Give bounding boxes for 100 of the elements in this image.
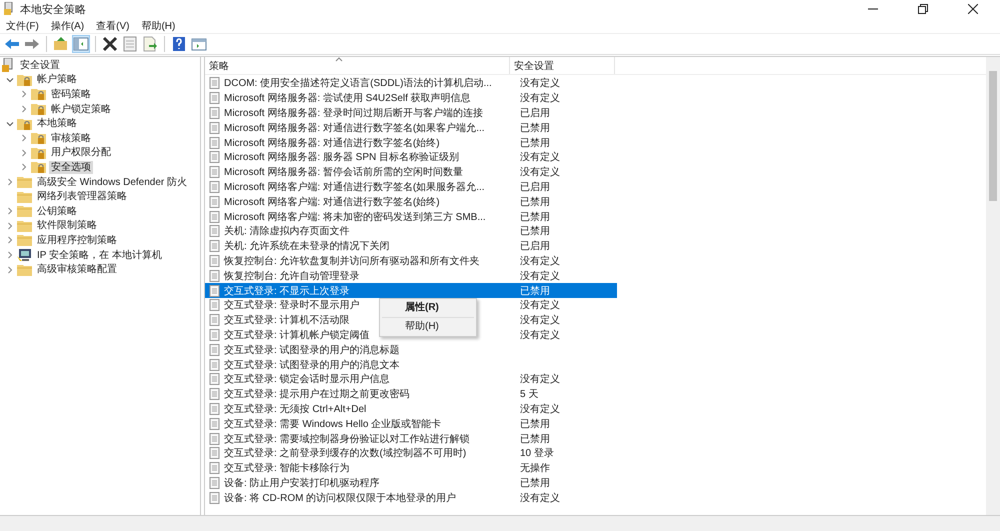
table-cell[interactable]: Microsoft 网络服务器: 服务器 SPN 目标名称验证级别 (224, 152, 460, 164)
tree-item[interactable]: 安全选项 (49, 160, 93, 174)
table-cell[interactable]: 交互式登录: 提示用户在过期之前更改密码 (224, 389, 410, 400)
table-cell-text: 已禁用 (520, 136, 550, 150)
expand-chevron-icon[interactable] (6, 251, 14, 260)
expand-chevron-icon[interactable] (6, 266, 14, 274)
tree-item[interactable]: 软件限制策略 (35, 219, 99, 232)
tree-item[interactable]: 用户权限分配 (49, 146, 113, 160)
tree-item[interactable]: 审核策略 (49, 132, 93, 145)
window-title: 本地安全策略 (20, 2, 86, 16)
table-cell[interactable]: 交互式登录: 登录时不显示用户 (224, 300, 360, 312)
policy-icon (209, 344, 221, 356)
menu-item[interactable]: 查看(V) (96, 18, 130, 32)
tree-item[interactable]: 高级审核策略配置 (35, 263, 119, 276)
tree-item[interactable]: 密码策略 (49, 88, 93, 101)
collapse-chevron-icon[interactable] (6, 76, 14, 84)
column-header[interactable]: 安全设置 (510, 57, 615, 74)
policy-icon (209, 196, 221, 208)
expand-chevron-icon[interactable] (20, 148, 28, 157)
restore-icon[interactable] (918, 4, 928, 14)
table-cell[interactable]: 交互式登录: 无须按 Ctrl+Alt+Del (224, 404, 366, 415)
tree-item[interactable]: IP 安全策略，在 本地计算机 (35, 248, 164, 262)
policy-icon (209, 166, 221, 178)
policy-icon (209, 314, 221, 326)
table-cell[interactable]: 交互式登录: 锁定会话时显示用户信息 (224, 374, 390, 386)
tree-item[interactable]: 网络列表管理器策略 (35, 190, 129, 204)
table-cell-text: 没有定义 (520, 76, 560, 90)
tree-item[interactable]: 本地策略 (35, 117, 79, 130)
policy-icon (209, 77, 221, 90)
table-cell[interactable]: Microsoft 网络服务器: 暂停会话前所需的空闲时间数量 (224, 167, 463, 178)
table-cell[interactable]: Microsoft 网络客户端: 对通信进行数字签名(如果服务器允... (224, 182, 485, 193)
folder-up-icon[interactable] (52, 35, 70, 53)
table-cell[interactable]: 恢复控制台: 允许软盘复制并访问所有驱动器和所有文件夹 (224, 256, 480, 267)
column-header[interactable]: 策略 (205, 57, 510, 74)
menu-item[interactable]: 帮助(H) (141, 18, 176, 32)
table-cell[interactable]: 恢复控制台: 允许自动管理登录 (224, 270, 360, 282)
delete-icon[interactable] (101, 35, 119, 53)
table-cell-text: 已禁用 (520, 196, 550, 209)
expand-chevron-icon[interactable] (6, 222, 14, 230)
tree-item[interactable]: 高级安全 Windows Defender 防火 (35, 176, 190, 189)
expand-chevron-icon[interactable] (6, 178, 14, 186)
table-cell-text: 已禁用 (520, 224, 550, 238)
table-cell[interactable]: 交互式登录: 计算机帐户锁定阈值 (224, 330, 370, 341)
table-cell[interactable]: 交互式登录: 智能卡移除行为 (224, 463, 350, 474)
tree-item[interactable]: 帐户锁定策略 (49, 102, 113, 116)
folder-icon (17, 190, 33, 204)
table-cell[interactable]: DCOM: 使用安全描述符定义语言(SDDL)语法的计算机启动... (224, 78, 492, 90)
expand-chevron-icon[interactable] (20, 163, 28, 172)
table-cell[interactable]: Microsoft 网络服务器: 对通信进行数字签名(始终) (224, 138, 440, 149)
tree-item[interactable]: 安全设置 (18, 58, 62, 72)
table-cell[interactable]: 交互式登录: 计算机不活动限 (224, 315, 350, 326)
table-cell[interactable]: Microsoft 网络服务器: 对通信进行数字签名(如果客户端允... (224, 122, 485, 134)
table-cell[interactable]: 交互式登录: 试图登录的用户的消息文本 (224, 360, 400, 371)
close-icon[interactable] (968, 4, 978, 14)
table-cell[interactable]: 关机: 允许系统在未登录的情况下关闭 (224, 241, 390, 252)
menu-item[interactable]: 帮助(H) (380, 320, 476, 334)
locked-folder-icon (17, 116, 33, 131)
table-cell[interactable]: 交互式登录: 需要域控制器身份验证以对工作站进行解锁 (224, 434, 470, 445)
policy-icon (209, 284, 221, 297)
collapse-chevron-icon[interactable] (6, 120, 14, 128)
folder-icon (17, 204, 33, 218)
help-icon[interactable] (170, 35, 188, 53)
expand-chevron-icon[interactable] (20, 105, 28, 114)
locked-folder-icon (31, 87, 47, 102)
table-cell-text: 没有定义 (520, 254, 560, 268)
tree-item[interactable]: 公钥策略 (35, 204, 79, 218)
table-cell[interactable]: Microsoft 网络服务器: 登录时间过期后断开与客户端的连接 (224, 108, 483, 119)
policy-icon (209, 476, 221, 489)
table-cell[interactable]: Microsoft 网络客户端: 将未加密的密码发送到第三方 SMB... (224, 212, 486, 223)
menu-item[interactable]: 文件(F) (6, 18, 39, 32)
table-cell-text: 没有定义 (520, 314, 560, 328)
export-icon[interactable] (141, 35, 159, 53)
panel-icon[interactable] (72, 35, 90, 53)
expand-chevron-icon[interactable] (20, 90, 28, 98)
table-cell[interactable]: 交互式登录: 不显示上次登录 (224, 286, 350, 297)
policy-icon (209, 299, 221, 312)
table-cell[interactable]: 设备: 防止用户安装打印机驱动程序 (224, 478, 380, 489)
table-cell[interactable]: 设备: 将 CD-ROM 的访问权限仅限于本地登录的用户 (224, 492, 456, 504)
table-cell-text: 已禁用 (520, 418, 550, 431)
menu-item[interactable]: 属性(R) (380, 301, 476, 315)
tree-item[interactable]: 应用程序控制策略 (35, 234, 119, 247)
scrollbar[interactable] (986, 57, 1000, 515)
policy-icon (209, 492, 221, 504)
table-cell-text: 已禁用 (520, 284, 550, 298)
tree-item[interactable]: 帐户策略 (35, 73, 79, 86)
expand-chevron-icon[interactable] (6, 236, 14, 244)
table-cell[interactable]: 交互式登录: 试图登录的用户的消息标题 (224, 344, 400, 356)
expand-chevron-icon[interactable] (20, 134, 28, 142)
table-cell[interactable]: 关机: 清除虚拟内存页面文件 (224, 226, 350, 238)
table-cell-text: 已禁用 (520, 122, 550, 135)
table-cell[interactable]: 交互式登录: 需要 Windows Hello 企业版或智能卡 (224, 418, 442, 430)
menu-item[interactable]: 操作(A) (50, 18, 84, 32)
table-cell-text: 10 登录 (520, 447, 554, 460)
table-cell[interactable]: Microsoft 网络服务器: 尝试使用 S4U2Self 获取声明信息 (224, 93, 471, 104)
table-cell[interactable]: 交互式登录: 之前登录到缓存的次数(域控制器不可用时) (224, 448, 466, 460)
expand-chevron-icon[interactable] (6, 207, 14, 216)
table-cell[interactable]: Microsoft 网络客户端: 对通信进行数字签名(始终) (224, 196, 440, 208)
policy-icon (209, 240, 221, 252)
table-cell-text: 已禁用 (520, 432, 550, 446)
policy-icon (209, 432, 221, 445)
